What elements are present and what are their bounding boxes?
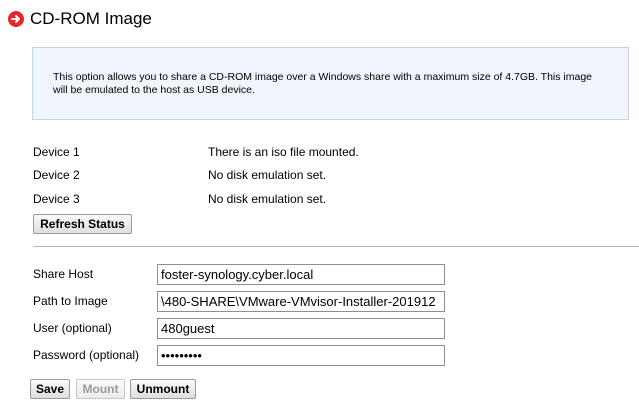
mount-button[interactable]: Mount [76, 379, 125, 399]
device-1-label: Device 1 [33, 145, 80, 159]
path-to-image-input[interactable]: \480-SHARE\VMware-VMvisor-Installer-2019… [157, 291, 445, 312]
path-to-image-label: Path to Image [33, 294, 108, 308]
user-label: User (optional) [33, 321, 112, 335]
divider [33, 246, 639, 247]
unmount-button[interactable]: Unmount [130, 379, 196, 399]
cdrom-image-page: CD-ROM Image This option allows you to s… [0, 0, 639, 407]
save-button[interactable]: Save [30, 379, 70, 399]
info-box: This option allows you to share a CD-ROM… [32, 47, 629, 120]
user-input[interactable]: 480guest [157, 318, 445, 339]
device-2-label: Device 2 [33, 168, 80, 182]
device-3-label: Device 3 [33, 192, 80, 206]
share-host-input[interactable]: foster-synology.cyber.local [157, 264, 445, 285]
info-text: This option allows you to share a CD-ROM… [53, 71, 593, 96]
arrow-right-circle-icon [8, 11, 24, 27]
device-1-status: There is an iso file mounted. [208, 145, 359, 159]
page-header: CD-ROM Image [8, 8, 152, 30]
password-input[interactable]: ••••••••• [157, 345, 445, 366]
share-host-label: Share Host [33, 267, 94, 281]
device-2-status: No disk emulation set. [208, 168, 327, 182]
password-label: Password (optional) [33, 348, 140, 362]
refresh-status-button[interactable]: Refresh Status [33, 214, 132, 234]
device-3-status: No disk emulation set. [208, 192, 327, 206]
page-title: CD-ROM Image [30, 9, 152, 28]
